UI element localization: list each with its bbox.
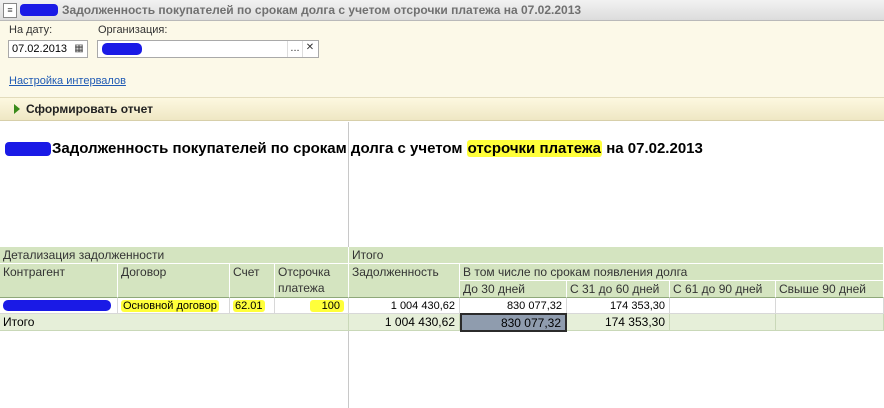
report-area: Задолженность покупателей по срокам долг… xyxy=(0,122,884,408)
total-period-1[interactable]: 830 077,32 xyxy=(460,313,567,332)
window-title: Задолженность покупателей по срокам долг… xyxy=(62,3,582,17)
organization-label: Организация: xyxy=(98,24,168,36)
header-detail-group: Детализация задолженности xyxy=(0,247,349,264)
cell-period-2[interactable]: 174 353,30 xyxy=(567,298,670,314)
total-label[interactable]: Итого xyxy=(0,314,349,331)
header-by-terms: В том числе по срокам появления долга xyxy=(460,264,884,281)
cell-counterparty[interactable] xyxy=(0,298,118,314)
header-period-1: До 30 дней xyxy=(460,281,567,298)
date-label: На дату: xyxy=(9,24,53,36)
report-title-highlight: отсрочки платежа xyxy=(466,140,603,157)
total-period-3[interactable] xyxy=(670,314,776,331)
cell-contract[interactable]: Основной договор xyxy=(118,298,230,314)
deferral-value: 100 xyxy=(309,300,344,312)
calendar-icon[interactable]: ▦ xyxy=(72,42,86,56)
cell-deferral[interactable]: 100 xyxy=(275,298,349,314)
header-account: Счет xyxy=(230,264,275,298)
redacted-company-name xyxy=(20,4,58,16)
play-icon xyxy=(14,104,20,114)
cell-period-4[interactable] xyxy=(776,298,884,314)
header-period-4: Свыше 90 дней xyxy=(776,281,884,298)
date-value: 07.02.2013 xyxy=(12,43,68,55)
header-debt: Задолженность xyxy=(349,264,460,298)
cell-debt[interactable]: 1 004 430,62 xyxy=(349,298,460,314)
intervals-settings-link[interactable]: Настройка интервалов xyxy=(9,75,126,87)
cell-period-1[interactable]: 830 077,32 xyxy=(460,298,567,314)
header-total-group: Итого xyxy=(349,247,884,264)
window-titlebar: ≡ Задолженность покупателей по срокам до… xyxy=(0,0,884,21)
total-period-2[interactable]: 174 353,30 xyxy=(567,314,670,331)
generate-report-button[interactable]: Сформировать отчет xyxy=(4,98,164,120)
total-period-4[interactable] xyxy=(776,314,884,331)
select-button[interactable]: ... xyxy=(287,41,302,57)
redacted-organization xyxy=(102,43,142,55)
total-debt[interactable]: 1 004 430,62 xyxy=(349,314,460,331)
report-title-start: Задолженность покупателей по срокам долг… xyxy=(52,140,467,157)
organization-field[interactable]: ... ✕ xyxy=(97,40,319,58)
header-period-2: С 31 до 60 дней xyxy=(567,281,670,298)
report-title: Задолженность покупателей по срокам долг… xyxy=(52,140,703,157)
redacted-counterparty xyxy=(3,300,111,311)
cell-period-3[interactable] xyxy=(670,298,776,314)
report-icon: ≡ xyxy=(3,3,17,18)
redacted-company-in-title xyxy=(5,142,51,156)
contract-value: Основной договор xyxy=(121,300,219,312)
header-counterparty: Контрагент xyxy=(0,264,118,298)
cell-account[interactable]: 62.01 xyxy=(230,298,275,314)
header-contract: Договор xyxy=(118,264,230,298)
header-deferral: Отсрочка платежа xyxy=(275,264,349,298)
filter-panel: На дату: 07.02.2013 ▦ Организация: ... ✕… xyxy=(0,21,884,97)
generate-report-label: Сформировать отчет xyxy=(26,102,154,116)
report-title-end: на 07.02.2013 xyxy=(602,140,703,157)
clear-button[interactable]: ✕ xyxy=(302,41,317,57)
date-field[interactable]: 07.02.2013 ▦ xyxy=(8,40,88,58)
header-period-3: С 61 до 90 дней xyxy=(670,281,776,298)
command-bar: Сформировать отчет xyxy=(0,97,884,121)
account-value: 62.01 xyxy=(233,300,265,312)
